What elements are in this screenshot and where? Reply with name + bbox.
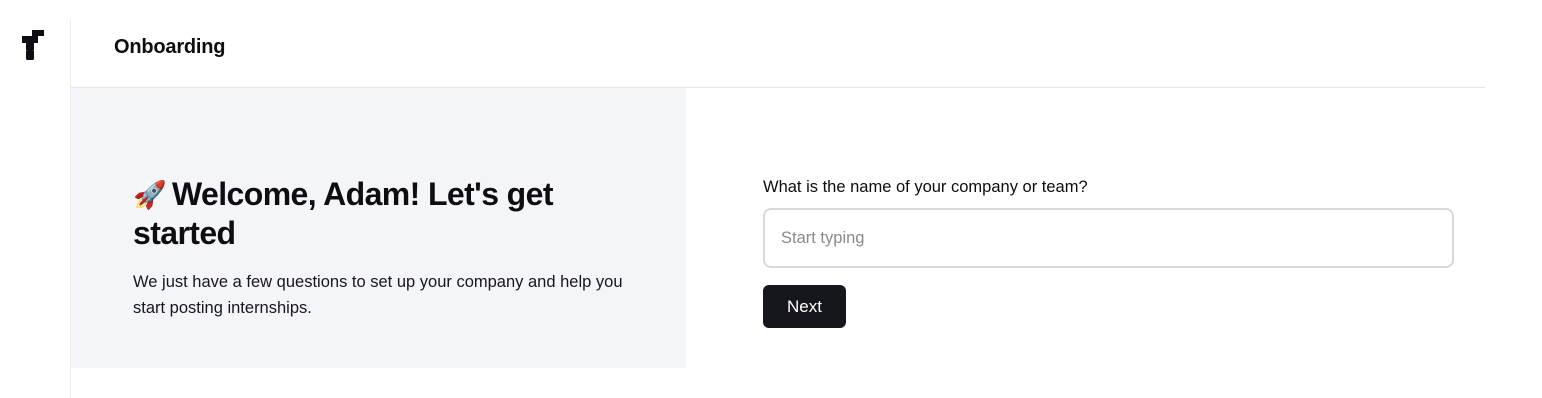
side-rail xyxy=(0,0,71,398)
welcome-heading-text: Welcome, Adam! Let's get started xyxy=(133,176,553,251)
brand-logo-icon[interactable] xyxy=(22,30,46,60)
welcome-panel: 🚀 Welcome, Adam! Let's get started We jus… xyxy=(71,88,686,368)
welcome-description: We just have a few questions to set up y… xyxy=(133,273,623,317)
company-name-form: What is the name of your company or team… xyxy=(763,176,1454,328)
company-name-label: What is the name of your company or team… xyxy=(763,178,1088,196)
company-name-input[interactable] xyxy=(763,208,1454,268)
page-title: Onboarding xyxy=(114,36,226,58)
next-button[interactable]: Next xyxy=(763,285,846,328)
rocket-emoji: 🚀 xyxy=(133,180,167,210)
welcome-heading: 🚀 Welcome, Adam! Let's get started xyxy=(133,175,613,252)
page-header: Onboarding xyxy=(71,0,1485,88)
